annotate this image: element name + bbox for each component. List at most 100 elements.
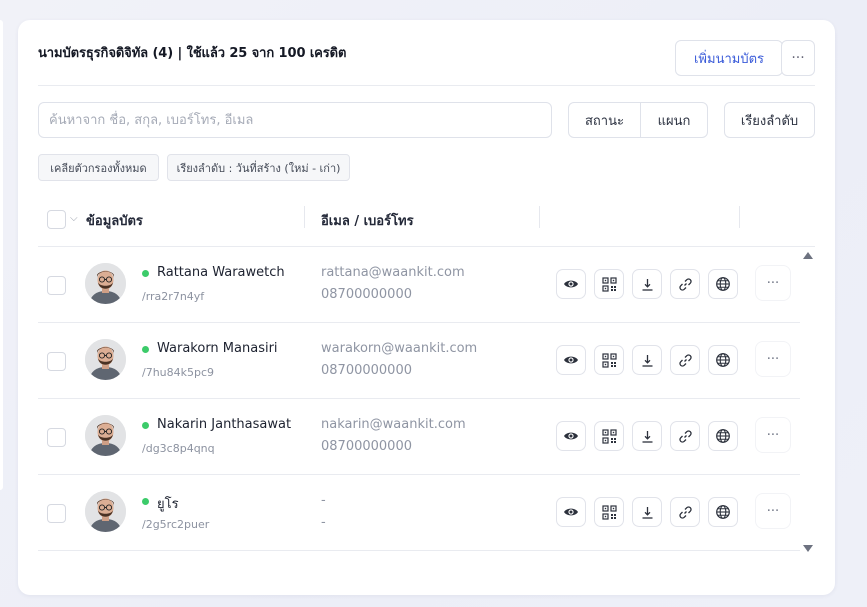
more-horizontal-icon: ··· — [766, 275, 780, 291]
eye-icon — [564, 508, 578, 516]
status-filter-button[interactable]: สถานะ — [569, 103, 641, 137]
scroll-up-arrow-icon[interactable] — [803, 252, 813, 259]
open-website-button[interactable] — [708, 421, 738, 451]
qr-code-button[interactable] — [594, 269, 624, 299]
more-horizontal-icon: ··· — [791, 50, 805, 66]
status-active-dot — [142, 422, 149, 429]
row-checkbox[interactable] — [47, 276, 66, 295]
department-filter-button[interactable]: แผนก — [641, 103, 707, 137]
row-checkbox[interactable] — [47, 504, 66, 523]
link-icon — [678, 429, 692, 443]
row-more-button[interactable]: ··· — [756, 494, 790, 528]
more-horizontal-icon: ··· — [766, 351, 780, 367]
card-phone: 08700000000 — [321, 363, 412, 378]
sort-chip[interactable]: เรียงลำดับ : วันที่สร้าง (ใหม่ - เก่า) — [167, 154, 350, 181]
card-slug: /dg3c8p4qnq — [142, 442, 215, 455]
view-button[interactable] — [556, 497, 586, 527]
row-more-button[interactable]: ··· — [756, 342, 790, 376]
view-button[interactable] — [556, 421, 586, 451]
open-website-button[interactable] — [708, 269, 738, 299]
copy-link-button[interactable] — [670, 269, 700, 299]
card-list: Rattana Warawetch /rra2r7n4yf rattana@wa… — [38, 247, 800, 551]
add-card-button[interactable]: เพิ่มนามบัตร — [675, 40, 783, 76]
download-button[interactable] — [632, 497, 662, 527]
download-icon — [642, 506, 652, 519]
card-owner-name[interactable]: Warakorn Manasiri — [157, 341, 278, 356]
avatar — [85, 339, 126, 380]
table-row: Warakorn Manasiri /7hu84k5pc9 warakorn@w… — [38, 323, 800, 399]
avatar — [85, 491, 126, 532]
link-icon — [678, 505, 692, 519]
page-title: นามบัตรธุรกิจดิจิทัล (4) | ใช้แล้ว 25 จา… — [38, 46, 347, 61]
open-website-button[interactable] — [708, 345, 738, 375]
card-owner-name[interactable]: ยูโร — [157, 493, 179, 514]
table-header: ⌵ ข้อมูลบัตร อีเมล / เบอร์โทร — [38, 196, 815, 247]
download-icon — [642, 430, 652, 443]
card-owner-name[interactable]: Rattana Warawetch — [157, 265, 285, 280]
column-header-card-info: ข้อมูลบัตร — [86, 214, 143, 229]
column-divider — [304, 206, 305, 228]
select-all-checkbox[interactable] — [47, 210, 66, 229]
row-checkbox[interactable] — [47, 352, 66, 371]
avatar — [85, 415, 126, 456]
card-email: rattana@waankit.com — [321, 265, 465, 280]
download-button[interactable] — [632, 421, 662, 451]
eye-icon — [564, 280, 578, 288]
scroll-down-arrow-icon[interactable] — [803, 545, 813, 552]
qr-code-icon — [601, 276, 617, 292]
qr-code-button[interactable] — [594, 345, 624, 375]
globe-icon — [716, 353, 730, 367]
card-slug: /2g5rc2puer — [142, 518, 210, 531]
copy-link-button[interactable] — [670, 421, 700, 451]
card-owner-name[interactable]: Nakarin Janthasawat — [157, 417, 291, 432]
table-row: Rattana Warawetch /rra2r7n4yf rattana@wa… — [38, 247, 800, 323]
scrollbar[interactable] — [801, 247, 815, 552]
card-phone: 08700000000 — [321, 287, 412, 302]
table-row: Nakarin Janthasawat /dg3c8p4qnq nakarin@… — [38, 399, 800, 475]
download-button[interactable] — [632, 269, 662, 299]
card-phone: - — [321, 515, 326, 530]
header-divider — [38, 85, 815, 86]
status-active-dot — [142, 346, 149, 353]
download-icon — [642, 278, 652, 291]
column-divider — [739, 206, 740, 228]
link-icon — [678, 353, 692, 367]
column-divider — [539, 206, 540, 228]
business-cards-panel: นามบัตรธุรกิจดิจิทัล (4) | ใช้แล้ว 25 จา… — [18, 20, 835, 595]
view-button[interactable] — [556, 269, 586, 299]
download-button[interactable] — [632, 345, 662, 375]
more-options-button[interactable]: ··· — [781, 40, 815, 76]
row-more-button[interactable]: ··· — [756, 418, 790, 452]
status-active-dot — [142, 270, 149, 277]
more-horizontal-icon: ··· — [766, 427, 780, 443]
card-slug: /7hu84k5pc9 — [142, 366, 215, 379]
avatar — [85, 263, 126, 304]
view-button[interactable] — [556, 345, 586, 375]
left-panel-edge — [0, 20, 3, 490]
qr-code-icon — [601, 428, 617, 444]
globe-icon — [716, 505, 730, 519]
qr-code-icon — [601, 352, 617, 368]
filter-segment: สถานะ แผนก — [568, 102, 708, 138]
clear-filters-chip[interactable]: เคลียตัวกรองทั้งหมด — [38, 154, 159, 181]
more-horizontal-icon: ··· — [766, 503, 780, 519]
open-website-button[interactable] — [708, 497, 738, 527]
qr-code-button[interactable] — [594, 421, 624, 451]
globe-icon — [716, 277, 730, 291]
copy-link-button[interactable] — [670, 345, 700, 375]
row-more-button[interactable]: ··· — [756, 266, 790, 300]
row-checkbox[interactable] — [47, 428, 66, 447]
column-header-email-phone: อีเมล / เบอร์โทร — [321, 214, 414, 229]
globe-icon — [716, 429, 730, 443]
chevron-down-icon[interactable]: ⌵ — [70, 213, 78, 224]
eye-icon — [564, 432, 578, 440]
download-icon — [642, 354, 652, 367]
qr-code-icon — [601, 504, 617, 520]
card-email: nakarin@waankit.com — [321, 417, 466, 432]
qr-code-button[interactable] — [594, 497, 624, 527]
eye-icon — [564, 356, 578, 364]
copy-link-button[interactable] — [670, 497, 700, 527]
search-input[interactable] — [38, 102, 552, 138]
sort-button[interactable]: เรียงลำดับ — [724, 102, 815, 138]
link-icon — [678, 277, 692, 291]
